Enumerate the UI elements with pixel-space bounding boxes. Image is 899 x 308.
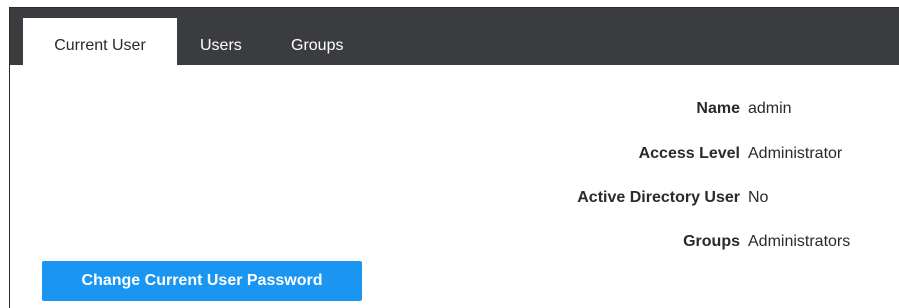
- tab-current-user[interactable]: Current User: [23, 18, 177, 66]
- access-level-value: Administrator: [748, 145, 843, 162]
- tab-users[interactable]: Users: [200, 18, 242, 65]
- access-level-label: Access Level: [638, 145, 740, 162]
- groups-label: Groups: [683, 233, 740, 250]
- groups-value: Administrators: [748, 233, 851, 250]
- ad-user-row: Active Directory User No: [10, 189, 899, 213]
- name-row: Name admin: [10, 100, 899, 124]
- tab-bar: Current User Users Groups: [10, 8, 899, 66]
- groups-row: Groups Administrators: [10, 233, 899, 257]
- name-label: Name: [696, 100, 740, 117]
- ad-user-value: No: [748, 189, 769, 206]
- change-password-button[interactable]: Change Current User Password: [42, 261, 362, 301]
- user-settings-panel: Current User Users Groups Name admin Acc…: [9, 7, 899, 308]
- ad-user-label: Active Directory User: [577, 189, 740, 206]
- name-value: admin: [748, 100, 792, 117]
- tab-groups[interactable]: Groups: [291, 18, 343, 65]
- access-level-row: Access Level Administrator: [10, 145, 899, 169]
